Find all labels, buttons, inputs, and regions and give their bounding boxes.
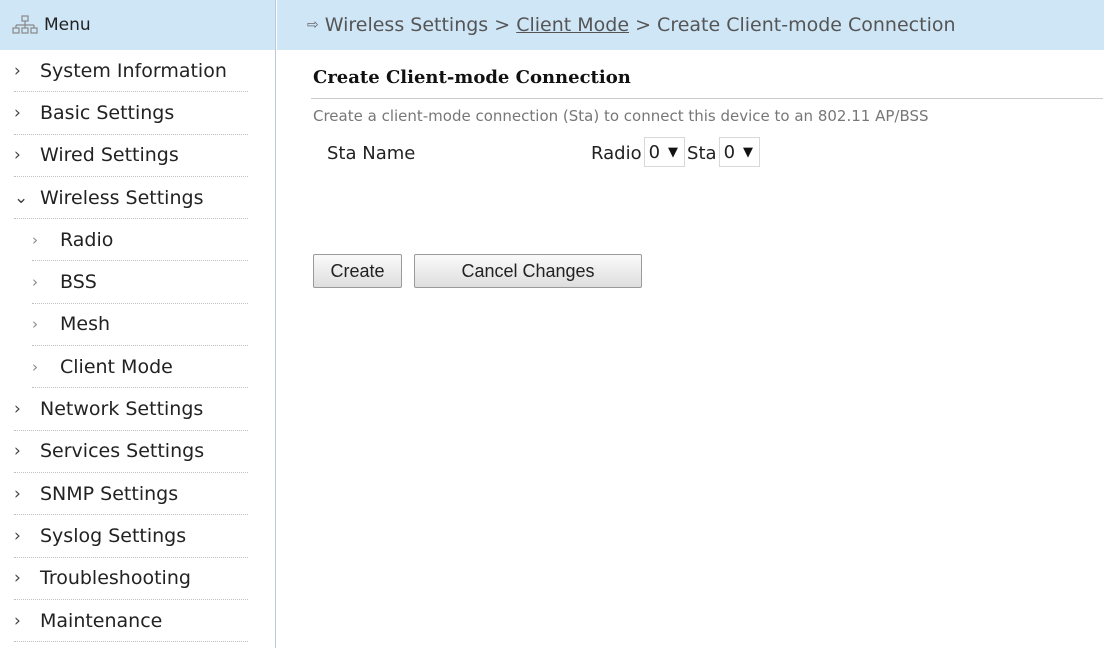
sta-name-row: Sta Name Radio 0 ▼ Sta 0 ▼	[277, 137, 1104, 177]
chevron-right-icon: ›	[32, 315, 38, 334]
breadcrumb-separator: >	[635, 14, 651, 36]
sidebar-item-label: Maintenance	[40, 609, 163, 632]
chevron-right-icon: ›	[14, 568, 21, 589]
sidebar-item-label: SNMP Settings	[40, 482, 179, 505]
chevron-right-icon: ›	[14, 441, 21, 462]
breadcrumb-current: Create Client-mode Connection	[657, 14, 956, 36]
sta-label: Sta	[687, 143, 717, 164]
main-content: ⇨ Wireless Settings > Client Mode > Crea…	[277, 0, 1104, 648]
sta-select-value: 0	[723, 141, 736, 163]
page-title: Create Client-mode Connection	[313, 67, 631, 88]
sidebar-item-system-information[interactable]: › System Information	[14, 50, 248, 93]
menu-header-label: Menu	[44, 15, 91, 35]
breadcrumb-client-mode-link[interactable]: Client Mode	[516, 14, 629, 36]
sidebar-item-label: Network Settings	[40, 398, 204, 421]
title-divider	[311, 98, 1103, 99]
caret-down-icon: ▼	[668, 144, 679, 160]
sidebar-item-label: Wireless Settings	[40, 186, 204, 209]
sidebar-item-mesh[interactable]: › Mesh	[32, 304, 248, 347]
chevron-right-icon: ›	[14, 483, 21, 504]
sidebar: Menu › System Information › Basic Settings ›…	[0, 0, 276, 648]
chevron-right-icon: ›	[32, 357, 38, 376]
sidebar-item-label: Basic Settings	[40, 101, 175, 124]
sitemap-icon	[12, 15, 38, 34]
cancel-changes-button[interactable]: Cancel Changes	[414, 254, 642, 288]
sidebar-item-services-settings[interactable]: › Services Settings	[14, 431, 248, 473]
chevron-right-icon: ›	[14, 525, 21, 546]
page-description: Create a client-mode connection (Sta) to…	[313, 107, 929, 125]
sidebar-item-label: Syslog Settings	[40, 524, 187, 547]
sidebar-item-bss[interactable]: › BSS	[32, 261, 248, 304]
chevron-right-icon: ›	[32, 230, 38, 249]
radio-label: Radio	[591, 143, 642, 164]
sta-name-label: Sta Name	[327, 143, 416, 164]
sidebar-item-client-mode[interactable]: › Client Mode	[32, 346, 248, 389]
sidebar-item-wired-settings[interactable]: › Wired Settings	[14, 135, 248, 177]
breadcrumb: ⇨ Wireless Settings > Client Mode > Crea…	[277, 0, 1104, 50]
sidebar-item-basic-settings[interactable]: › Basic Settings	[14, 92, 248, 135]
arrow-right-icon: ⇨	[307, 17, 319, 33]
radio-sta-selectors: Radio 0 ▼ Sta 0 ▼	[591, 137, 762, 167]
sidebar-item-syslog-settings[interactable]: › Syslog Settings	[14, 515, 248, 558]
sidebar-item-label: Services Settings	[40, 440, 205, 463]
sidebar-item-label: Wired Settings	[40, 144, 179, 167]
sidebar-item-troubleshooting[interactable]: › Troubleshooting	[14, 558, 248, 600]
sidebar-item-label: Troubleshooting	[40, 567, 191, 590]
sidebar-item-label: Client Mode	[60, 355, 173, 378]
action-buttons: Create Cancel Changes	[313, 254, 642, 288]
caret-down-icon: ▼	[743, 144, 754, 160]
chevron-right-icon: ›	[14, 610, 21, 631]
sidebar-item-radio[interactable]: › Radio	[32, 219, 248, 262]
breadcrumb-wireless-settings: Wireless Settings	[324, 14, 489, 36]
sidebar-item-maintenance[interactable]: › Maintenance	[14, 600, 248, 643]
sidebar-item-network-settings[interactable]: › Network Settings	[14, 388, 248, 431]
menu-header: Menu	[0, 0, 275, 50]
chevron-right-icon: ›	[14, 102, 21, 123]
breadcrumb-separator: >	[494, 14, 511, 36]
radio-select-value: 0	[648, 141, 661, 163]
sidebar-item-label: System Information	[40, 59, 227, 82]
radio-select[interactable]: 0 ▼	[643, 137, 686, 167]
sidebar-item-snmp-settings[interactable]: › SNMP Settings	[14, 473, 248, 516]
sidebar-item-label: Mesh	[60, 313, 111, 336]
sta-select[interactable]: 0 ▼	[718, 137, 761, 167]
chevron-down-icon: ⌄	[14, 187, 29, 208]
chevron-right-icon: ›	[14, 145, 21, 166]
chevron-right-icon: ›	[14, 399, 21, 420]
create-button[interactable]: Create	[313, 254, 402, 288]
chevron-right-icon: ›	[32, 273, 38, 292]
sidebar-item-label: Radio	[60, 228, 114, 251]
sidebar-list: › System Information › Basic Settings › Wired…	[0, 50, 275, 643]
sidebar-item-wireless-settings[interactable]: ⌄ Wireless Settings	[14, 177, 248, 220]
sidebar-item-label: BSS	[60, 271, 97, 294]
chevron-right-icon: ›	[14, 60, 21, 81]
